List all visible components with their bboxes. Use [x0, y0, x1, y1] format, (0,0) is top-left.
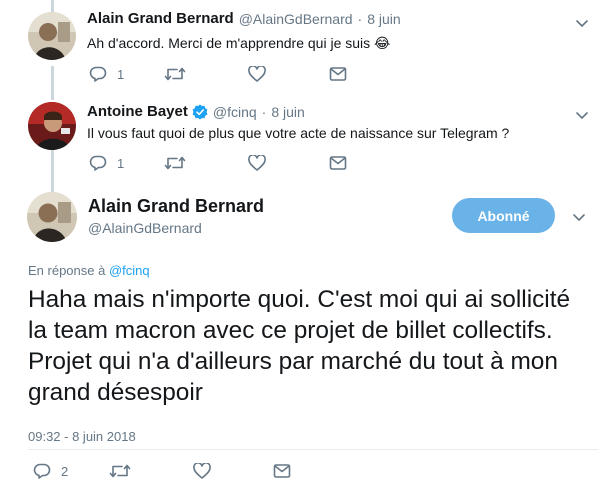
thread-line [51, 150, 54, 192]
following-button[interactable]: Abonné [452, 198, 555, 233]
reply-context: En réponse à @fcinq [28, 263, 150, 278]
tweet-text: Il vous faut quoi de plus que votre acte… [87, 125, 510, 141]
retweet-button[interactable] [109, 463, 131, 479]
main-tweet-text: Haha mais n'importe quoi. C'est moi qui … [28, 286, 571, 406]
direct-message-icon [329, 156, 347, 170]
reply-to-prefix: En réponse à [28, 263, 106, 278]
reply-icon [89, 66, 107, 82]
separator: · [357, 10, 363, 27]
reply-count: 1 [117, 66, 125, 82]
author-name[interactable]: Antoine Bayet [87, 103, 188, 120]
author-handle[interactable]: @AlainGdBernard [239, 11, 353, 27]
retweet-icon [164, 156, 186, 170]
reply-icon [89, 155, 107, 171]
like-button[interactable] [248, 66, 266, 82]
direct-message-button[interactable] [329, 155, 347, 171]
like-icon [248, 66, 266, 82]
author-name[interactable]: Alain Grand Bernard [87, 10, 234, 27]
separator: · [261, 103, 267, 120]
retweet-icon [164, 67, 186, 81]
reply-button[interactable]: 1 [89, 155, 124, 171]
verified-badge-icon [192, 104, 208, 119]
retweet-icon [109, 464, 131, 478]
direct-message-icon [329, 67, 347, 81]
avatar[interactable] [28, 12, 76, 60]
direct-message-button[interactable] [273, 463, 291, 479]
tweet-text: Ah d'accord. Merci de m'apprendre qui je… [87, 35, 391, 51]
reply-count: 1 [117, 155, 125, 171]
like-icon [193, 463, 211, 479]
author-handle[interactable]: @fcinq [213, 104, 257, 120]
divider [28, 449, 598, 450]
reply-count: 2 [61, 463, 69, 479]
like-button[interactable] [193, 463, 211, 479]
avatar[interactable] [27, 192, 77, 242]
reply-button[interactable]: 2 [33, 463, 68, 479]
reply-icon [33, 463, 51, 479]
thread-line [51, 66, 54, 100]
reply-button[interactable]: 1 [89, 66, 124, 82]
retweet-button[interactable] [164, 66, 186, 82]
author-name[interactable]: Alain Grand Bernard [88, 196, 264, 217]
retweet-button[interactable] [164, 155, 186, 171]
chevron-down-icon[interactable] [573, 106, 591, 124]
chevron-down-icon[interactable] [573, 14, 591, 32]
direct-message-button[interactable] [329, 66, 347, 82]
avatar[interactable] [28, 102, 76, 150]
author-handle[interactable]: @AlainGdBernard [88, 220, 202, 236]
tweet-timestamp[interactable]: 09:32 - 8 juin 2018 [28, 429, 136, 444]
tweet-time[interactable]: 8 juin [367, 11, 400, 27]
reply-to-handle[interactable]: @fcinq [109, 263, 150, 278]
like-button[interactable] [248, 155, 266, 171]
chevron-down-icon[interactable] [570, 208, 588, 226]
tweet-time[interactable]: 8 juin [271, 104, 304, 120]
direct-message-icon [273, 464, 291, 478]
like-icon [248, 155, 266, 171]
